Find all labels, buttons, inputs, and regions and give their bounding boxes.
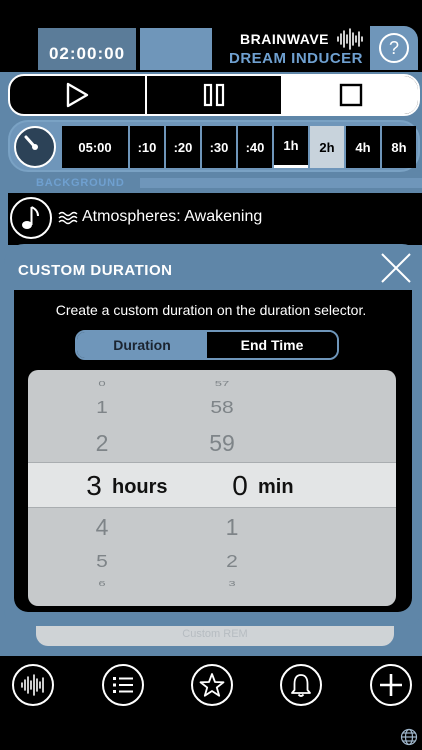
- timer-display: 02:00:00: [38, 28, 136, 70]
- favorites-nav-button[interactable]: [191, 664, 233, 706]
- duration-dial[interactable]: [14, 126, 56, 168]
- duration-options: 05:00 :10 :20 :30 :40 1h 2h 4h 8h: [62, 126, 416, 168]
- minutes-value: 59: [209, 430, 235, 456]
- transport-controls: [8, 74, 420, 116]
- brand-subtitle: DREAM INDUCER: [229, 50, 363, 67]
- close-icon[interactable]: [378, 250, 414, 286]
- music-note-icon: [22, 206, 39, 229]
- duration-option[interactable]: 4h: [346, 126, 380, 168]
- duration-selector: 05:00 :10 :20 :30 :40 1h 2h 4h 8h: [8, 120, 420, 172]
- hours-value: 5: [96, 551, 108, 572]
- custom-duration-cell[interactable]: 05:00: [62, 126, 128, 168]
- music-note-button[interactable]: [10, 197, 52, 239]
- brand-title: BRAINWAVE: [240, 31, 330, 47]
- plus-icon: [380, 674, 402, 696]
- background-divider: [140, 178, 422, 188]
- hours-value: 1: [96, 397, 108, 418]
- hours-unit-label: hours: [112, 476, 168, 498]
- background-track-name: Atmospheres: Awakening: [82, 208, 263, 225]
- modal-title: CUSTOM DURATION: [18, 262, 173, 279]
- header-color-block: [140, 28, 212, 70]
- minutes-value: 2: [226, 551, 238, 572]
- minutes-value: 3: [228, 579, 236, 588]
- hours-selected-value: 3: [86, 470, 102, 501]
- brainwave-logo-icon: [337, 28, 363, 50]
- duration-option[interactable]: :40: [238, 126, 272, 168]
- tab-end-time[interactable]: End Time: [207, 332, 337, 358]
- duration-option[interactable]: :10: [130, 126, 164, 168]
- hours-value: 2: [95, 430, 109, 456]
- underlying-panel-text: Custom REM: [182, 628, 248, 640]
- globe-icon[interactable]: [400, 728, 418, 746]
- add-nav-button[interactable]: [370, 664, 412, 706]
- tab-duration[interactable]: Duration: [77, 332, 207, 358]
- bell-icon: [291, 674, 311, 697]
- brainwave-nav-button[interactable]: [12, 664, 54, 706]
- hours-value: 0: [98, 379, 106, 388]
- duration-option[interactable]: 8h: [382, 126, 416, 168]
- atmosphere-wave-icon: [58, 211, 78, 225]
- minutes-unit-label: min: [258, 476, 294, 498]
- dial-icon: [24, 135, 38, 150]
- modal-description: Create a custom duration on the duration…: [55, 302, 367, 318]
- duration-option[interactable]: :20: [166, 126, 200, 168]
- duration-option-selected[interactable]: 1h: [274, 126, 308, 168]
- minutes-value: 1: [225, 514, 239, 540]
- stop-button[interactable]: [281, 76, 418, 114]
- alarm-nav-button[interactable]: [280, 664, 322, 706]
- minutes-value: 58: [210, 397, 234, 418]
- hours-value: 4: [95, 514, 109, 540]
- help-icon: ?: [379, 33, 409, 63]
- list-nav-button[interactable]: [102, 664, 144, 706]
- duration-picker[interactable]: 0 1 2 3 hours 4 5 6 57 58 59 0 min 1 2 3: [28, 370, 396, 606]
- help-button[interactable]: ?: [370, 26, 418, 70]
- background-track-row[interactable]: Atmospheres: Awakening: [8, 193, 422, 245]
- minutes-selected-value: 0: [232, 470, 248, 501]
- star-icon: [199, 673, 225, 697]
- minutes-value: 57: [214, 379, 230, 388]
- background-section-label: BACKGROUND: [36, 177, 125, 189]
- stop-icon: [339, 83, 362, 107]
- bottom-navigation: [0, 656, 422, 750]
- list-icon: [113, 677, 133, 693]
- duration-option[interactable]: :30: [202, 126, 236, 168]
- waveform-icon: [21, 674, 44, 696]
- hours-value: 6: [98, 579, 106, 588]
- play-icon: [67, 82, 89, 108]
- pause-button[interactable]: [144, 76, 282, 114]
- play-button[interactable]: [10, 76, 145, 114]
- mode-segmented-control: Duration End Time: [75, 330, 339, 360]
- duration-option-highlighted[interactable]: 2h: [310, 126, 344, 168]
- pause-icon: [203, 83, 225, 107]
